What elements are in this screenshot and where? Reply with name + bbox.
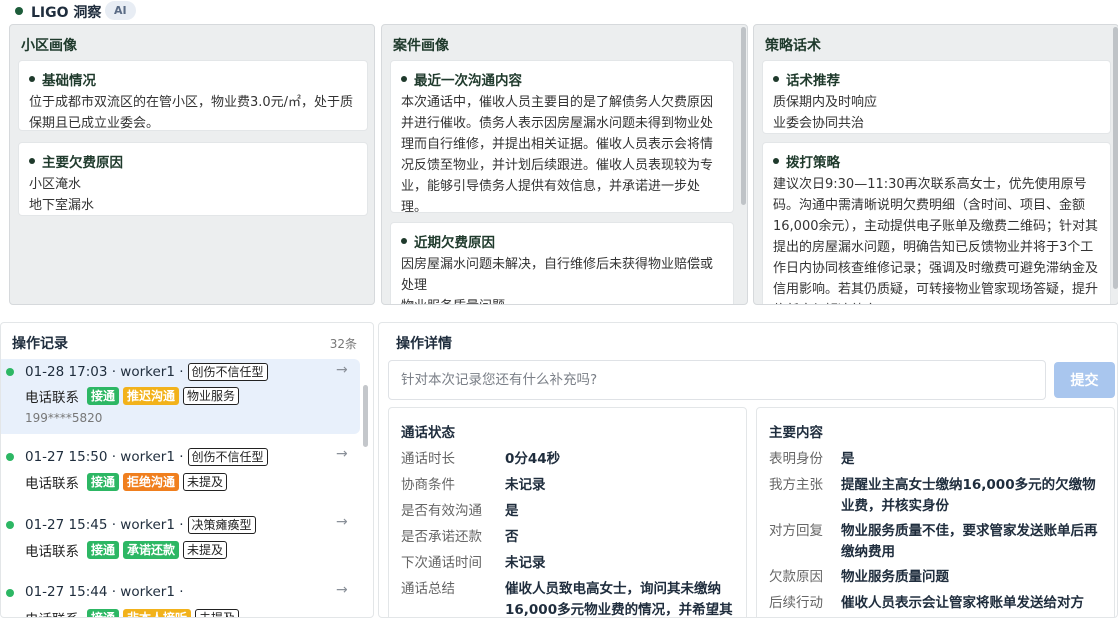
recent-arrears-card: 近期欠费原因 因房屋漏水问题未解决，自行维修后未获得物业赔偿或处理 物业服务质量… [390, 222, 734, 304]
operation-log-panel: 操作记录 32条 01-28 17:03 · worker1 · 创伤不信任型 … [0, 322, 374, 618]
bullet-icon [401, 76, 407, 82]
script-recommend-card: 话术推荐 质保期内及时响应 业委会协同共治 [762, 60, 1111, 134]
panel-title: 策略话术 [765, 38, 821, 54]
persona-tag: 决策瘫痪型 [187, 516, 256, 534]
kv-row: 对方回复 物业服务质量不佳，要求管家发送账单后再缴纳费用 [769, 523, 1098, 560]
persona-tag: 创伤不信任型 [187, 448, 268, 466]
scrollbar[interactable] [1113, 27, 1118, 289]
section-title: 通话状态 [401, 425, 455, 441]
kv-row: 通话时长 0分44秒 [401, 451, 561, 467]
kv-row: 下次通话时间 未记录 [401, 555, 546, 571]
panel-title: 小区画像 [21, 38, 77, 54]
card-title: 主要欠费原因 [42, 155, 123, 171]
channel-label: 电话联系 [25, 544, 79, 560]
card-title: 话术推荐 [786, 73, 840, 89]
card-text: 因房屋漏水问题未解决，自行维修后未获得物业赔偿或处理 [401, 257, 714, 293]
bullet-icon [773, 76, 779, 82]
last-communication-card: 最近一次沟通内容 本次通话中，催收人员主要目的是了解债务人欠费原因并进行催收。债… [390, 60, 734, 213]
community-profile-panel: 小区画像 基础情况 位于成都市双流区的在管小区，物业费3.0元/㎡，处于质保期且… [9, 24, 375, 305]
card-title: 拨打策略 [786, 155, 840, 171]
status-badge: 接通 [87, 609, 120, 617]
operation-detail-panel: 操作详情 提交 通话状态 通话时长0分44秒 协商条件未记录 是否有效沟通是 是… [378, 322, 1118, 618]
persona-tag: 创伤不信任型 [187, 363, 268, 381]
card-text: 物业服务质量问题 [401, 296, 723, 304]
list-item[interactable]: 01-28 17:03 · worker1 · 创伤不信任型 → 电话联系 接通… [1, 359, 360, 434]
record-meta: 01-27 15:44 · worker1 · [25, 584, 184, 600]
arrow-right-icon[interactable]: → [336, 362, 348, 378]
topic-tag: 未提及 [183, 473, 228, 491]
channel-label: 电话联系 [25, 608, 79, 617]
channel-label: 电话联系 [25, 390, 79, 406]
card-text: 本次通话中，催收人员主要目的是了解债务人欠费原因并进行催收。债务人表示因房屋漏水… [401, 95, 714, 213]
arrears-reason-card: 主要欠费原因 小区淹水 地下室漏水 [18, 142, 368, 216]
card-text: 建议次日9:30—11:30再次联系高女士，优先使用原号码。沟通中需清晰说明欠费… [773, 177, 1099, 304]
panel-title: 操作详情 [396, 336, 452, 352]
arrow-right-icon[interactable]: → [336, 582, 348, 598]
case-profile-panel: 案件画像 最近一次沟通内容 本次通话中，催收人员主要目的是了解债务人欠费原因并进… [381, 24, 748, 305]
card-text: 业委会协同共治 [773, 116, 865, 131]
result-badge: 推迟沟通 [123, 387, 180, 405]
kv-row: 表明身份是 [769, 451, 855, 467]
scrollbar[interactable] [741, 27, 746, 205]
section-title: 主要内容 [769, 425, 823, 441]
kv-row: 协商条件 未记录 [401, 477, 546, 493]
card-title: 最近一次沟通内容 [414, 73, 522, 89]
kv-row: 欠款原因 物业服务质量问题 [769, 569, 949, 585]
phone-number: 199****5820 [25, 411, 103, 425]
kv-row: 是否有效沟通是 [401, 503, 519, 519]
record-list: 01-28 17:03 · worker1 · 创伤不信任型 → 电话联系 接通… [1, 359, 361, 617]
bullet-icon [29, 158, 35, 164]
list-item[interactable]: 01-27 15:45 · worker1 · 决策瘫痪型 → 电话联系 接通 … [1, 511, 360, 571]
panel-title: 操作记录 [12, 336, 68, 352]
list-item[interactable]: 01-27 15:50 · worker1 · 创伤不信任型 → 电话联系 接通… [1, 443, 360, 503]
status-dot-icon [6, 453, 14, 461]
bullet-icon [401, 238, 407, 244]
status-dot-icon [15, 7, 23, 15]
ai-badge: AI [105, 1, 136, 20]
bullet-icon [29, 76, 35, 82]
main-content-section: 主要内容 表明身份是 我方主张 提醒业主高女士缴纳16,000多元的欠缴物业费，并… [756, 407, 1115, 617]
bullet-icon [773, 158, 779, 164]
kv-row: 是否承诺还款否 [401, 529, 519, 545]
scrollbar[interactable] [363, 385, 368, 447]
channel-label: 电话联系 [25, 476, 79, 492]
call-strategy-card: 拨打策略 建议次日9:30—11:30再次联系高女士，优先使用原号码。沟通中需清… [762, 142, 1111, 304]
record-count: 32条 [329, 337, 357, 351]
topic-tag: 未提及 [183, 541, 228, 559]
result-badge: 拒绝沟通 [123, 473, 180, 491]
status-badge: 接通 [87, 473, 120, 491]
result-badge: 承诺还款 [123, 541, 180, 559]
app-title: LIGO 洞察 [31, 5, 102, 21]
status-badge: 接通 [87, 387, 120, 405]
kv-row: 通话总结 催收人员致电高女士，询问其未缴纳16,000多元物业费的情况，并希望其 [401, 581, 733, 618]
call-status-section: 通话状态 通话时长 0分44秒 协商条件 未记录 是否有效沟通是 是否承诺还款否 下… [388, 407, 747, 618]
topic-tag: 未提及 [195, 609, 240, 617]
list-item[interactable]: 01-27 15:44 · worker1 · → 电话联系 接通 非本人接听 … [1, 579, 360, 617]
status-badge: 接通 [87, 541, 120, 559]
record-meta: 01-28 17:03 · worker1 · [25, 364, 184, 380]
record-meta: 01-27 15:45 · worker1 · [25, 517, 184, 533]
arrow-right-icon[interactable]: → [336, 514, 348, 530]
status-dot-icon [6, 368, 14, 376]
panel-title: 案件画像 [393, 38, 449, 54]
result-badge: 非本人接听 [123, 609, 192, 617]
status-dot-icon [6, 521, 14, 529]
app-header: LIGO 洞察 AI [0, 0, 1118, 22]
card-text: 小区淹水 [29, 177, 82, 192]
arrow-right-icon[interactable]: → [336, 446, 348, 462]
kv-row: 我方主张 提醒业主高女士缴纳16,000多元的欠缴物业费，并核实身份 [769, 477, 1096, 514]
strategy-panel: 策略话术 话术推荐 质保期内及时响应 业委会协同共治 拨打策略 建议次日9:30… [753, 24, 1118, 305]
topic-tag: 物业服务 [183, 387, 240, 405]
card-title: 近期欠费原因 [414, 235, 495, 251]
card-title: 基础情况 [42, 73, 96, 89]
card-text: 质保期内及时响应 [773, 95, 878, 110]
status-dot-icon [6, 589, 14, 597]
record-meta: 01-27 15:50 · worker1 · [25, 449, 184, 465]
card-text: 地下室漏水 [29, 198, 95, 213]
submit-button[interactable]: 提交 [1054, 362, 1115, 398]
card-text: 位于成都市双流区的在管小区，物业费3.0元/㎡，处于质保期且已成立业委会。 [29, 95, 354, 131]
kv-row: 后续行动 催收人员表示会让管家将账单发送给对方 [769, 595, 1084, 611]
basic-info-card: 基础情况 位于成都市双流区的在管小区，物业费3.0元/㎡，处于质保期且已成立业委… [18, 60, 368, 131]
note-input[interactable] [388, 360, 1046, 400]
